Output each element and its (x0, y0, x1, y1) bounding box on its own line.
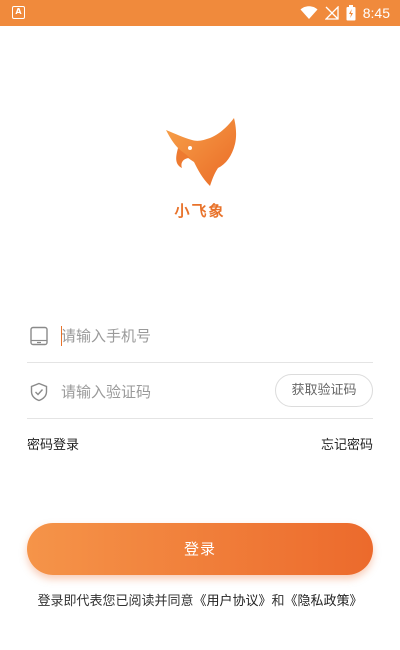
signal-icon (324, 6, 339, 20)
agreement-and: 和 (271, 594, 285, 609)
shield-check-icon (30, 382, 48, 402)
wifi-icon (300, 6, 318, 19)
forgot-password-link[interactable]: 忘记密码 (321, 434, 373, 453)
text-cursor (61, 326, 62, 346)
status-time: 8:45 (362, 5, 390, 21)
battery-icon (346, 5, 356, 21)
app-name: 小飞象 (174, 202, 226, 220)
password-login-link[interactable]: 密码登录 (27, 434, 79, 453)
privacy-policy-link[interactable]: 《隐私政策》 (285, 594, 363, 609)
code-input[interactable] (61, 378, 261, 406)
elephant-logo-icon (160, 112, 240, 192)
phone-field-row (27, 310, 373, 363)
login-button[interactable]: 登录 (27, 523, 373, 575)
agreement-text: 登录即代表您已阅读并同意《用户协议》和《隐私政策》 (30, 594, 370, 610)
get-code-button[interactable]: 获取验证码 (275, 374, 373, 407)
status-icons: 8:45 (300, 4, 390, 22)
code-field-row: 获取验证码 (27, 366, 373, 419)
phone-icon (30, 326, 48, 346)
app-notification-icon: A (12, 6, 25, 19)
user-agreement-link[interactable]: 《用户协议》 (193, 594, 271, 609)
status-bar: A 8:45 (0, 0, 400, 26)
agreement-prefix: 登录即代表您已阅读并同意 (37, 594, 194, 609)
phone-input[interactable] (61, 322, 261, 350)
login-options-row: 密码登录 忘记密码 (27, 434, 373, 454)
